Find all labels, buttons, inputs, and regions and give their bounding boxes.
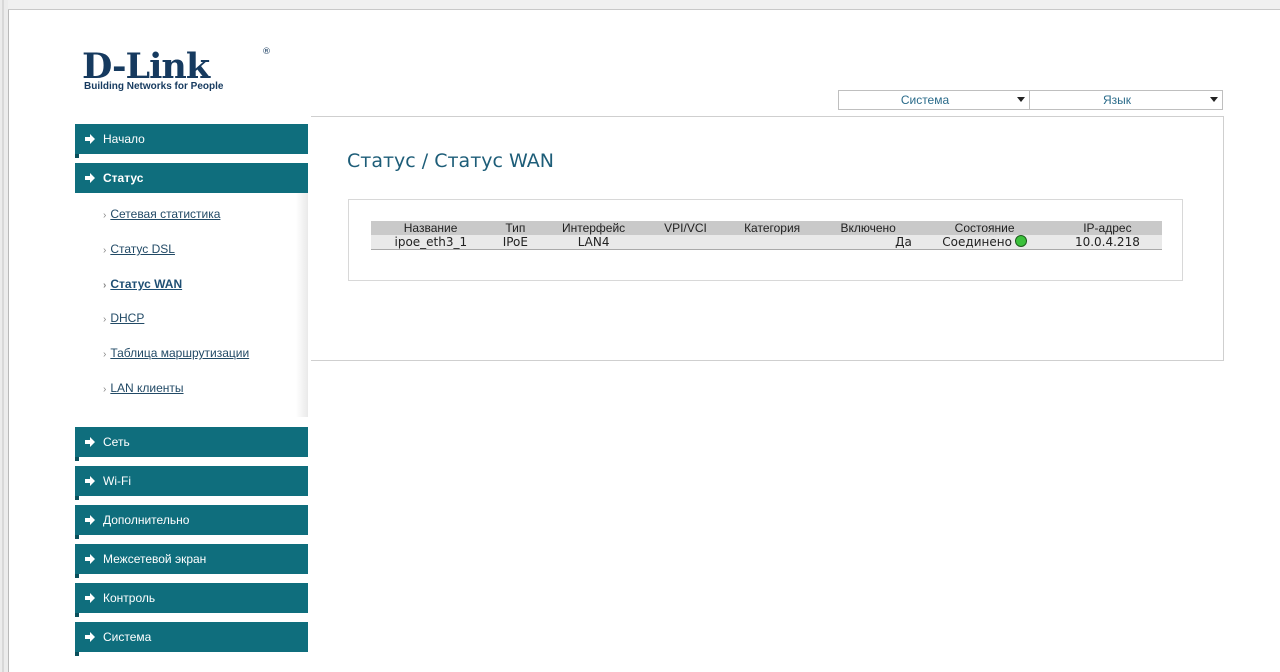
submenu-item-dsl-status[interactable]: › Статус DSL: [103, 242, 175, 256]
status-indicator-icon: [1014, 235, 1027, 247]
page-title: Статус / Статус WAN: [347, 150, 554, 172]
logo-tagline: Building Networks for People: [84, 81, 224, 92]
cell-ip: 10.0.4.218: [1053, 235, 1162, 250]
sidebar-item-label: Дополнительно: [103, 513, 190, 527]
table-header-row: Название Тип Интерфейс VPI/VCI Категория…: [371, 221, 1163, 235]
submenu-item-wan-status[interactable]: › Статус WAN: [103, 277, 182, 291]
sidebar-item-label: Межсетевой экран: [103, 552, 207, 566]
language-dropdown-label: Язык: [1102, 93, 1132, 107]
column-header: IP-адрес: [1053, 221, 1163, 235]
column-header: Интерфейс: [540, 221, 648, 235]
submenu-item-dhcp[interactable]: › DHCP: [103, 311, 144, 325]
cell-enabled: Да: [820, 235, 916, 250]
submenu-item-label: Таблица маршрутизации: [110, 346, 250, 360]
cell-interface: LAN4: [540, 235, 648, 250]
cell-type: IPoE: [490, 235, 541, 250]
column-header: VPI/VCI: [647, 221, 725, 235]
chevron-down-icon: [1210, 97, 1218, 102]
submenu-item-label: Статус WAN: [110, 277, 183, 291]
arrow-right-icon: [85, 554, 95, 564]
bullet-icon: ›: [103, 384, 107, 395]
bullet-icon: ›: [103, 314, 107, 325]
sidebar-item-label: Начало: [103, 132, 145, 146]
submenu-item-routing-table[interactable]: › Таблица маршрутизации: [103, 346, 249, 360]
column-header: Состояние: [915, 221, 1054, 235]
sidebar-item-network[interactable]: Сеть: [75, 427, 308, 461]
arrow-right-icon: [85, 515, 95, 525]
arrow-right-icon: [85, 134, 95, 144]
arrow-right-icon: [85, 173, 95, 183]
language-dropdown[interactable]: Язык: [1029, 90, 1223, 110]
dlink-logo: D-Link ® Building Networks for People: [82, 47, 282, 97]
sidebar-item-label: Статус: [103, 171, 144, 185]
submenu-item-label: LAN клиенты: [110, 381, 184, 395]
column-header: Название: [371, 221, 492, 235]
bullet-icon: ›: [103, 280, 107, 291]
arrow-right-icon: [85, 632, 95, 642]
sidebar-item-status[interactable]: Статус: [75, 163, 308, 197]
window-frame-left: [0, 0, 9, 672]
sidebar-item-wifi[interactable]: Wi-Fi: [75, 466, 308, 500]
cell-category: [723, 235, 821, 250]
bullet-icon: ›: [103, 210, 107, 221]
sidebar-item-system[interactable]: Система: [75, 622, 308, 656]
submenu-item-network-stats[interactable]: › Сетевая статистика: [103, 207, 220, 221]
window-frame-top: [8, 0, 1280, 10]
system-dropdown-label: Система: [900, 93, 950, 107]
arrow-right-icon: [85, 437, 95, 447]
cell-state: Соединено: [915, 235, 1054, 250]
sidebar: Начало Статус › Сетевая статистика › Стату…: [75, 124, 310, 661]
column-header: Категория: [723, 221, 821, 235]
wan-status-table: Название Тип Интерфейс VPI/VCI Категория…: [371, 221, 1163, 250]
sidebar-item-home[interactable]: Начало: [75, 124, 308, 158]
arrow-right-icon: [85, 593, 95, 603]
bullet-icon: ›: [103, 349, 107, 360]
sidebar-item-label: Сеть: [103, 435, 130, 449]
submenu-item-label: Сетевая статистика: [110, 207, 221, 221]
sidebar-item-label: Wi-Fi: [103, 474, 131, 488]
sidebar-item-label: Контроль: [103, 591, 156, 605]
main-content: Статус / Статус WAN Название Тип Интерфе…: [311, 116, 1224, 361]
submenu-item-label: DHCP: [110, 311, 145, 325]
cell-name: ipoe_eth3_1: [371, 235, 491, 250]
logo-registered-mark: ®: [262, 47, 271, 57]
chevron-down-icon: [1017, 97, 1025, 102]
bullet-icon: ›: [103, 245, 107, 256]
submenu-item-label: Статус DSL: [110, 242, 175, 256]
sidebar-item-control[interactable]: Контроль: [75, 583, 308, 617]
system-dropdown[interactable]: Система: [838, 90, 1030, 110]
state-text: Соединено: [942, 235, 1012, 249]
column-header: Включено: [820, 221, 917, 235]
wan-table-container: Название Тип Интерфейс VPI/VCI Категория…: [348, 199, 1183, 281]
cell-vpivci: [647, 235, 724, 250]
status-submenu: › Сетевая статистика › Статус DSL › Статус …: [75, 193, 308, 417]
table-row[interactable]: ipoe_eth3_1 IPoE LAN4 Да Соединено 10.0.…: [371, 235, 1162, 250]
sidebar-item-advanced[interactable]: Дополнительно: [75, 505, 308, 539]
sidebar-item-firewall[interactable]: Межсетевой экран: [75, 544, 308, 578]
sidebar-item-label: Система: [103, 630, 152, 644]
submenu-item-lan-clients[interactable]: › LAN клиенты: [103, 381, 184, 395]
arrow-right-icon: [85, 476, 95, 486]
column-header: Тип: [490, 221, 541, 235]
